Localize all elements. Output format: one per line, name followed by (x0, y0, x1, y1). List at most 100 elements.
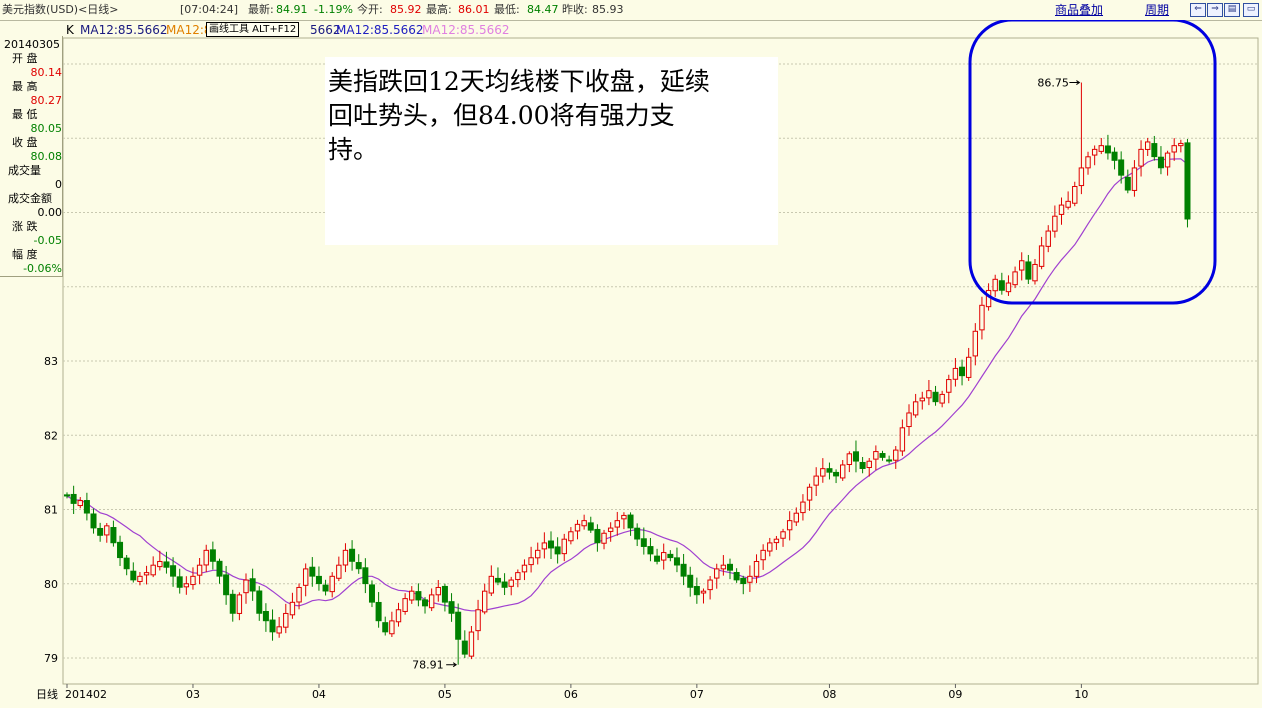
candle-body (309, 566, 316, 577)
candle-body (256, 590, 263, 614)
annotation-textbox[interactable]: 美指跌回12天均线楼下收盘，延续 回吐势头，但84.00将有强力支 持。 (325, 57, 778, 245)
candle-body (157, 560, 163, 568)
candle-body (614, 520, 620, 528)
candle-body (150, 564, 156, 576)
quote-time: [07:04:24] (180, 3, 238, 16)
annotation-line-1: 美指跌回12天均线楼下收盘，延续 (328, 67, 710, 96)
candle-body (1098, 145, 1104, 152)
candle-body (249, 578, 256, 592)
quote-header-bar: 美元指数(USD)<日线> [07:04:24] 最新: 84.91 -1.19… (0, 0, 1262, 21)
candle-body (236, 594, 243, 614)
candle-body (428, 594, 435, 609)
candle-body (448, 601, 455, 614)
candle-body (1118, 159, 1125, 176)
candle-body (846, 453, 853, 466)
candle-body (780, 531, 786, 539)
candle-body (130, 570, 137, 581)
candle-body (435, 586, 441, 596)
high-price-label: 86.75 (1037, 77, 1069, 90)
change-pct: -1.19% (314, 3, 353, 16)
info-close-label: 收 盘 (12, 136, 38, 149)
candle-body (680, 563, 687, 577)
candle-body (1085, 156, 1091, 169)
candle-body (714, 568, 720, 579)
candle-body (1171, 145, 1177, 153)
info-pct-value: -0.06% (23, 262, 62, 275)
low-arrow-icon (446, 662, 458, 668)
candle-body (190, 575, 196, 586)
annotation-line-3: 持。 (328, 135, 379, 164)
candle-body (322, 584, 329, 592)
scroll-right-icon[interactable]: ⇒ (1207, 3, 1223, 17)
candle-body (568, 531, 574, 542)
info-low-label: 最 低 (12, 108, 38, 121)
candle-body (382, 622, 389, 633)
candle-body (654, 555, 661, 562)
candle-body (1157, 156, 1164, 169)
info-high-value: 80.27 (30, 94, 63, 107)
x-tick-label: 09 (948, 688, 962, 701)
candle-body (276, 626, 282, 634)
candle-body (441, 585, 448, 603)
candle-body (1058, 204, 1065, 215)
candle-body (262, 610, 269, 622)
candle-body (893, 449, 899, 461)
candle-body (1005, 282, 1012, 293)
candle-body (634, 527, 641, 540)
candle-body (289, 601, 296, 616)
candle-body (813, 475, 819, 486)
candle-body (627, 514, 634, 529)
scroll-left-icon[interactable]: ⇐ (1190, 3, 1206, 17)
candle-body (760, 549, 766, 561)
info-change-label: 涨 跌 (12, 220, 38, 233)
candle-body (687, 574, 694, 588)
candle-body (64, 494, 71, 497)
candle-body (793, 512, 799, 523)
draw-tool-tooltip: 画线工具 ALT+F12 (206, 22, 300, 37)
candle-body (123, 557, 130, 570)
candle-body (1104, 145, 1111, 154)
candle-body (574, 523, 581, 532)
candle-body (886, 459, 893, 462)
candle-body (873, 451, 879, 460)
candle-body (800, 501, 806, 514)
candle-body (362, 567, 369, 585)
candle-body (740, 577, 747, 585)
info-close-value: 80.08 (30, 150, 63, 163)
candle-body (879, 453, 886, 458)
low-price-label: 78.91 (412, 659, 444, 672)
ma-legend-item-4: MA12:85.5662 (336, 23, 424, 37)
x-tick-label: 06 (564, 688, 578, 701)
candle-body (1184, 142, 1191, 220)
candle-body (329, 575, 335, 593)
candle-body (720, 564, 727, 570)
y-tick-label: 81 (44, 504, 58, 517)
period-label: 日线 (36, 688, 58, 701)
candle-body (998, 280, 1005, 291)
candle-body (422, 599, 429, 607)
overlay-commodity-link[interactable]: 商品叠加 (1055, 0, 1103, 20)
period-link[interactable]: 周期 (1145, 0, 1169, 20)
candle-body (773, 538, 780, 544)
candle-body (946, 379, 952, 393)
candle-body (707, 579, 713, 591)
candle-body (1052, 215, 1058, 232)
candle-body (117, 541, 124, 559)
candle-body (137, 575, 143, 582)
candle-body (355, 562, 362, 570)
candle-body (726, 563, 733, 571)
candle-body (1038, 245, 1045, 267)
candle-body (826, 468, 833, 473)
candle-body (587, 522, 594, 531)
candle-body (1012, 271, 1018, 286)
candle-body (528, 557, 534, 566)
candle-body (1065, 200, 1071, 208)
candle-body (912, 401, 919, 416)
candle-body (455, 611, 462, 640)
candle-body (640, 538, 647, 547)
bar-info-panel: 20140305 开 盘 80.14 最 高 80.27 最 低 80.05 收… (0, 36, 63, 277)
candle-body (209, 549, 216, 562)
layout-icon[interactable]: ▤ (1224, 3, 1240, 17)
highlight-ellipse (968, 20, 1217, 305)
restore-window-icon[interactable]: ▭ (1243, 3, 1259, 17)
